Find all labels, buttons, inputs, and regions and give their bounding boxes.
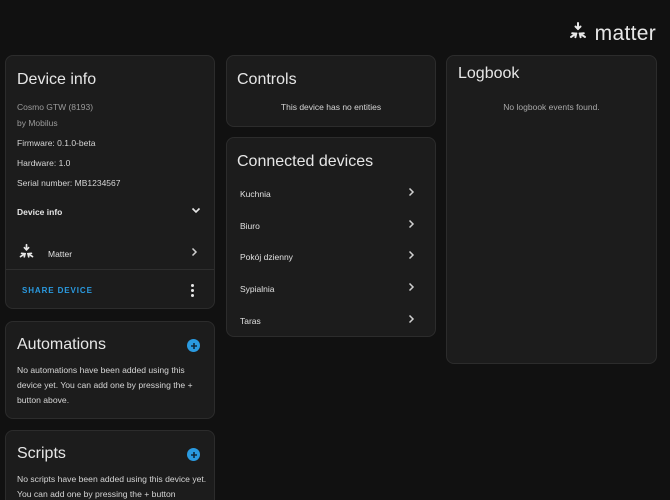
card-divider: [6, 269, 214, 270]
connected-devices-card: Connected devices Kuchnia Biuro Pokój dz…: [226, 137, 436, 337]
matter-logo-icon: [568, 21, 588, 46]
chevron-right-icon: [405, 280, 417, 298]
device-page: matter Device info Cosmo GTW (8193) by M…: [0, 0, 670, 500]
controls-empty-text: This device has no entities: [280, 102, 382, 112]
chevron-right-icon: [405, 217, 417, 235]
chevron-down-icon: [190, 203, 202, 221]
device-serial: Serial number: MB1234567: [17, 178, 121, 188]
connected-device-label: Kuchnia: [240, 189, 271, 199]
plus-icon: [190, 342, 197, 349]
share-device-button[interactable]: SHARE DEVICE: [22, 283, 93, 298]
connected-device-item[interactable]: Sypialnia: [227, 278, 435, 300]
matter-brand: matter: [568, 21, 656, 46]
logbook-title: Logbook: [458, 65, 520, 82]
device-hardware: Hardware: 1.0: [17, 158, 71, 168]
connected-device-label: Pokój dzienny: [240, 252, 293, 262]
matter-integration-icon: [18, 243, 35, 265]
device-firmware: Firmware: 0.1.0-beta: [17, 138, 96, 148]
device-info-expander[interactable]: Device info: [6, 202, 214, 222]
connected-device-label: Biuro: [240, 221, 260, 231]
connected-device-label: Sypialnia: [240, 284, 275, 294]
chevron-right-icon: [405, 185, 417, 203]
logbook-card: Logbook No logbook events found.: [446, 55, 657, 364]
device-info-card: Device info Cosmo GTW (8193) by Mobilus …: [5, 55, 215, 309]
share-row: SHARE DEVICE: [6, 280, 214, 300]
chevron-right-icon: [405, 248, 417, 266]
connected-device-label: Taras: [240, 316, 261, 326]
connected-device-item[interactable]: Pokój dzienny: [227, 246, 435, 268]
integration-label: Matter: [48, 249, 73, 259]
device-info-title: Device info: [17, 71, 97, 88]
scripts-empty-text: No scripts have been added using this de…: [17, 474, 207, 499]
controls-card: Controls This device has no entities: [226, 55, 436, 127]
chevron-right-icon: [405, 312, 417, 330]
device-manufacturer: by Mobilus: [17, 118, 58, 128]
controls-title: Controls: [237, 71, 297, 88]
scripts-card: Scripts No scripts have been added using…: [5, 430, 215, 500]
connected-device-item[interactable]: Taras: [227, 310, 435, 332]
device-model: Cosmo GTW (8193): [17, 102, 94, 112]
device-info-expander-label: Device info: [17, 207, 63, 217]
scripts-title: Scripts: [17, 445, 66, 462]
connected-devices-title: Connected devices: [237, 153, 374, 170]
integration-matter-row[interactable]: Matter: [6, 242, 214, 266]
integration-matter: Matter: [18, 243, 72, 265]
add-automation-button[interactable]: [187, 339, 200, 352]
automations-title: Automations: [17, 336, 106, 353]
plus-icon: [190, 451, 197, 458]
more-options-icon[interactable]: [191, 283, 194, 297]
logbook-empty-text: No logbook events found.: [503, 102, 600, 112]
automations-card: Automations No automations have been add…: [5, 321, 215, 419]
connected-device-item[interactable]: Biuro: [227, 215, 435, 237]
add-script-button[interactable]: [187, 448, 200, 461]
automations-empty-text: No automations have been added using thi…: [17, 365, 193, 405]
chevron-right-icon: [188, 245, 200, 263]
brand-name: matter: [594, 21, 656, 45]
connected-device-item[interactable]: Kuchnia: [227, 183, 435, 205]
